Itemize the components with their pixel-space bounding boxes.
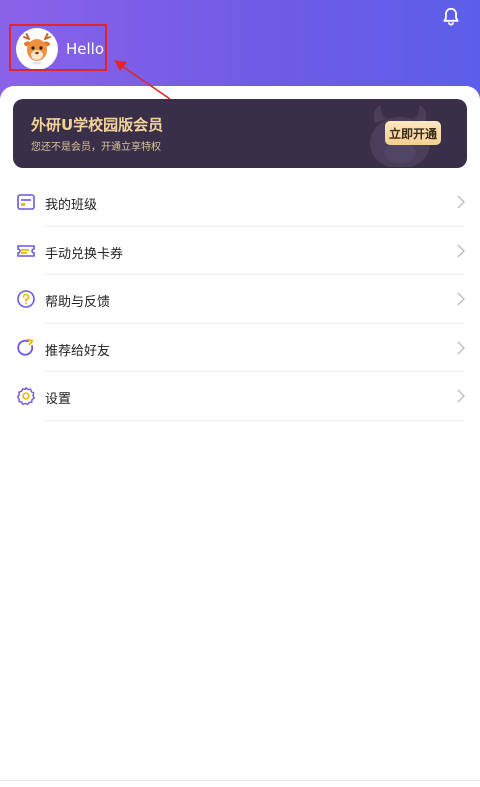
help-icon [17, 290, 35, 308]
vip-title: 外研U学校园版会员 [31, 116, 164, 134]
menu-item-settings[interactable]: 设置 [0, 372, 480, 421]
divider [45, 419, 464, 421]
vip-membership-banner[interactable]: 外研U学校园版会员 您还不是会员，开通立享特权 立即开通 [13, 99, 467, 168]
bell-icon[interactable] [440, 6, 462, 28]
chevron-right-icon [457, 244, 465, 257]
share-icon [17, 338, 34, 356]
menu-item-help-feedback[interactable]: 帮助与反馈 [0, 275, 480, 324]
coupon-icon [17, 244, 35, 257]
main-panel: 外研U学校园版会员 您还不是会员，开通立享特权 立即开通 我的班级 手动兑换卡券 [0, 86, 480, 787]
menu-item-label: 设置 [45, 392, 72, 407]
menu-item-label: 手动兑换卡券 [45, 246, 124, 262]
chevron-right-icon [457, 292, 465, 306]
chevron-right-icon [457, 195, 465, 209]
chevron-right-icon [457, 389, 465, 403]
class-icon [17, 194, 35, 210]
bottom-divider [0, 780, 480, 781]
menu-item-recommend-friends[interactable]: 推荐给好友 [0, 324, 480, 372]
open-membership-button[interactable]: 立即开通 [385, 121, 441, 145]
menu-item-label: 推荐给好友 [45, 343, 111, 359]
menu-item-my-class[interactable]: 我的班级 [0, 178, 480, 227]
menu-item-label: 帮助与反馈 [45, 295, 111, 310]
settings-icon [16, 387, 35, 406]
vip-subtitle: 您还不是会员，开通立享特权 [31, 142, 161, 153]
menu-list: 我的班级 手动兑换卡券 帮助与反馈 推荐给好友 设置 [0, 178, 480, 421]
chevron-right-icon [457, 341, 465, 354]
menu-item-redeem-coupon[interactable]: 手动兑换卡券 [0, 227, 480, 275]
menu-item-label: 我的班级 [45, 198, 98, 213]
annotation-highlight-box [9, 24, 107, 71]
